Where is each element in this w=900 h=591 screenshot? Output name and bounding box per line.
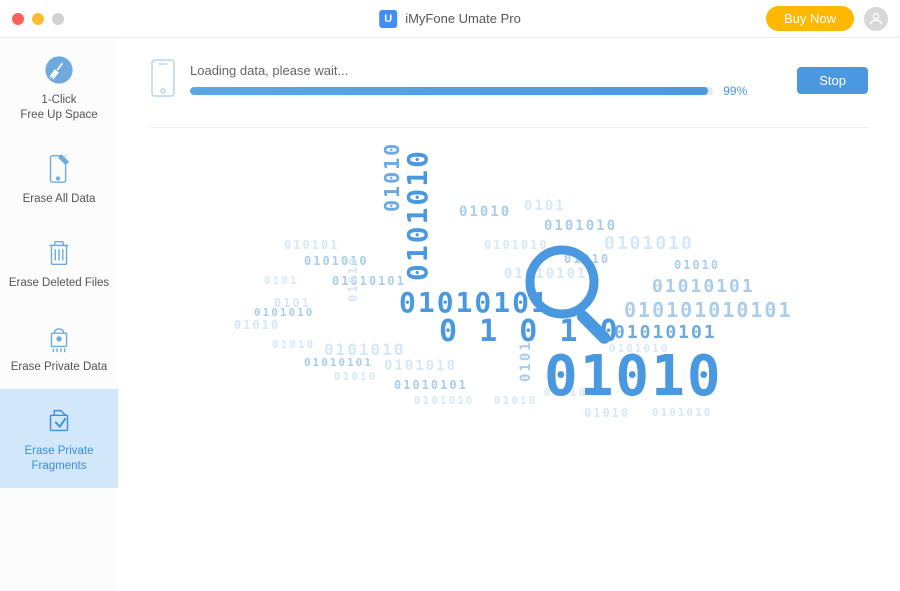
sidebar-item-label: Erase Private Fragments <box>24 444 93 474</box>
sidebar-item-erase-private-fragments[interactable]: Erase Private Fragments <box>0 389 118 488</box>
progress-bar <box>190 87 713 95</box>
fragments-icon <box>41 403 77 439</box>
sidebar-item-label: Erase Deleted Files <box>9 276 109 291</box>
buy-now-button[interactable]: Buy Now <box>766 6 854 31</box>
content-area: Loading data, please wait... 99% Stop 01… <box>118 38 900 591</box>
broom-icon <box>41 52 77 88</box>
window-controls <box>12 13 64 25</box>
progress-fill <box>190 87 708 95</box>
sidebar-item-label: Erase Private Data <box>11 360 108 375</box>
close-window-button[interactable] <box>12 13 24 25</box>
sidebar-item-label: Erase All Data <box>23 192 96 207</box>
minimize-window-button[interactable] <box>32 13 44 25</box>
sidebar-item-erase-private-data[interactable]: Erase Private Data <box>0 305 118 389</box>
titlebar-center: U iMyFone Umate Pro <box>379 10 521 28</box>
progress-row: 99% <box>190 84 753 98</box>
trash-icon <box>41 235 77 271</box>
loading-text: Loading data, please wait... <box>190 63 753 78</box>
app-title: iMyFone Umate Pro <box>405 11 521 26</box>
sidebar-item-label: 1-Click Free Up Space <box>20 93 97 123</box>
sidebar: 1-Click Free Up Space Erase All Data <box>0 38 118 591</box>
loading-info: Loading data, please wait... 99% <box>190 63 753 98</box>
lock-shred-icon <box>41 319 77 355</box>
app-icon: U <box>379 10 397 28</box>
sidebar-item-free-up-space[interactable]: 1-Click Free Up Space <box>0 38 118 137</box>
titlebar: U iMyFone Umate Pro Buy Now <box>0 0 900 38</box>
loading-bar: Loading data, please wait... 99% Stop <box>150 58 868 128</box>
main: 1-Click Free Up Space Erase All Data <box>0 38 900 591</box>
progress-percent: 99% <box>723 84 753 98</box>
magnifier-icon <box>520 240 630 350</box>
sidebar-item-erase-all-data[interactable]: Erase All Data <box>0 137 118 221</box>
binary-scan-illustration: 0101 01010 0101010 01010 010101 0101010 … <box>234 188 784 468</box>
user-avatar[interactable] <box>864 7 888 31</box>
maximize-window-button[interactable] <box>52 13 64 25</box>
stop-button[interactable]: Stop <box>797 67 868 94</box>
user-icon <box>868 11 884 27</box>
phone-erase-icon <box>41 151 77 187</box>
sidebar-item-erase-deleted-files[interactable]: Erase Deleted Files <box>0 221 118 305</box>
phone-icon <box>150 58 176 103</box>
titlebar-right: Buy Now <box>766 6 888 31</box>
